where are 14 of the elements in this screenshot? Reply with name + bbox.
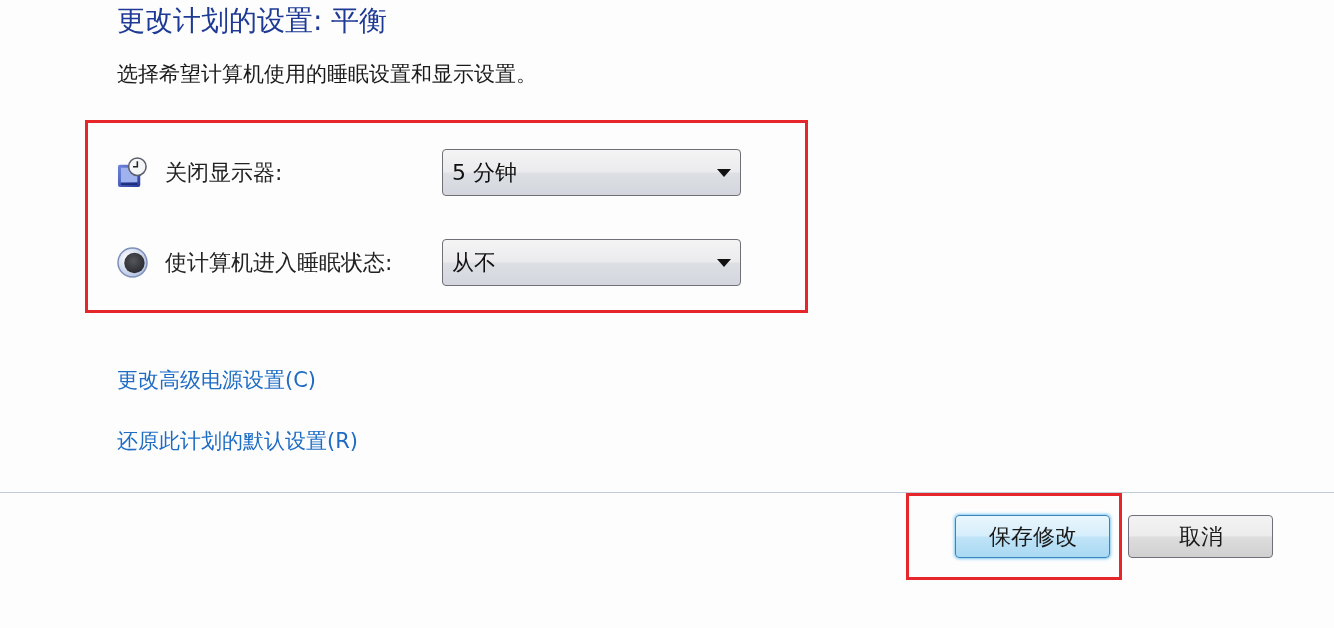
dialog-button[interactable]: 取消 [1128,515,1273,558]
caret-icon [717,258,731,267]
setting-label: 关闭显示器: [165,158,284,187]
orb-icon [117,247,148,278]
monitor-clock-icon [117,157,148,188]
page-description: 选择希望计算机使用的睡眠设置和显示设置。 [117,61,537,88]
text-link[interactable]: 还原此计划的默认设置(R) [117,426,358,456]
text-link[interactable]: 更改高级电源设置(C) [117,365,317,395]
caret-icon [717,168,731,177]
page-title: 更改计划的设置: 平衡 [117,3,388,39]
dropdown[interactable]: 5 分钟 [442,149,741,196]
dialog-button[interactable]: 保存修改 [955,515,1110,558]
dropdown[interactable]: 从不 [442,239,741,286]
setting-label: 使计算机进入睡眠状态: [165,248,394,277]
